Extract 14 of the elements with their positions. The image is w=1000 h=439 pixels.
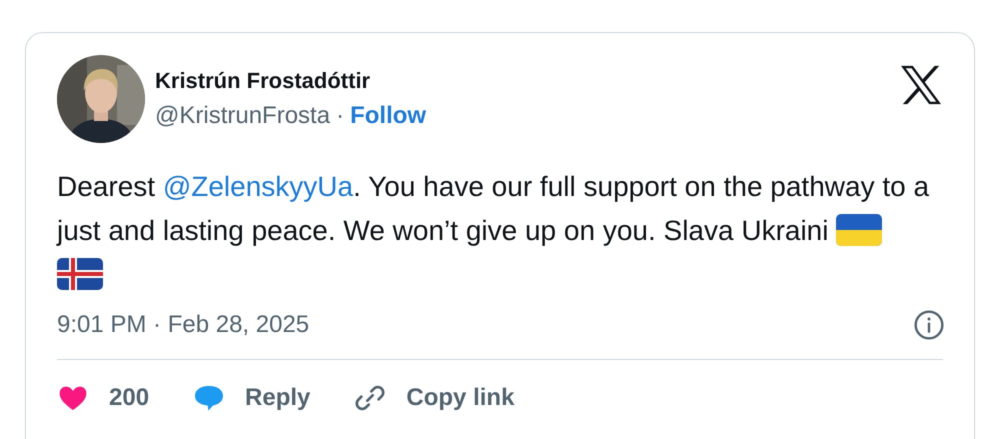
like-button[interactable]: 200 [57, 382, 150, 414]
reply-button[interactable]: Reply [193, 382, 310, 414]
author-name: Kristrún Frostadóttir [155, 68, 372, 94]
timestamp[interactable]: 9:01 PM · Feb 28, 2025 [57, 311, 310, 339]
info-icon[interactable] [913, 309, 945, 341]
author-handle: @KristrunFrosta [155, 102, 330, 130]
iceland-flag-icon [57, 258, 103, 290]
x-logo-icon[interactable] [899, 65, 943, 105]
tweet-text: Dearest @ZelenskyyUa. You have our full support on the pathway to a just and lasting peace. We won’t give up on you. Slava Ukraini [57, 165, 937, 297]
follow-link[interactable]: Follow [350, 102, 426, 130]
mention-link[interactable]: @ZelenskyyUa [162, 171, 354, 202]
copy-button[interactable]: Copy link [354, 382, 514, 414]
separator-dot: · [336, 102, 344, 130]
ukraine-flag-icon [836, 214, 882, 246]
